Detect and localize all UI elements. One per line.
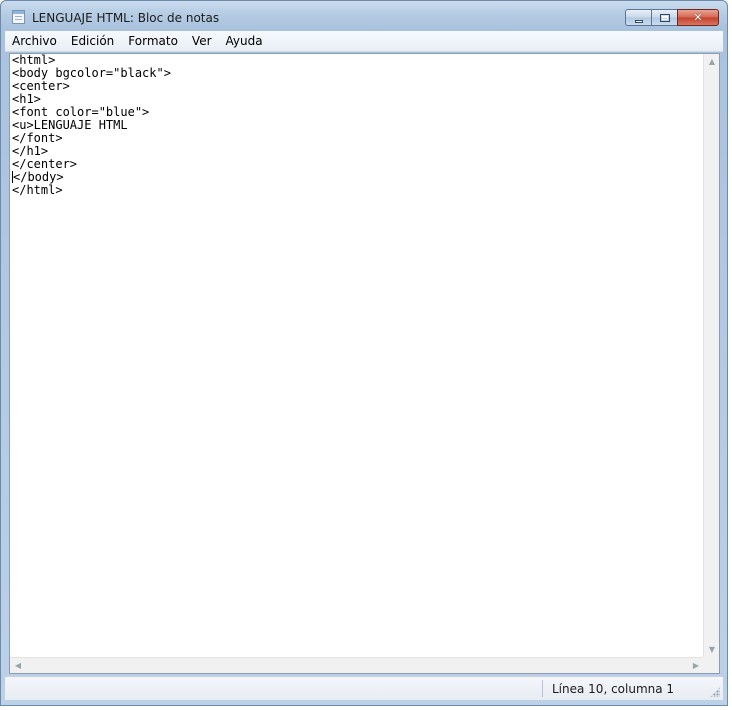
code-line: <body bgcolor="black"> — [12, 66, 171, 80]
code-line: <u>LENGUAJE HTML — [12, 118, 128, 132]
text-editor[interactable]: <html> <body bgcolor="black"> <center> <… — [9, 53, 720, 674]
window-title: LENGUAJE HTML: Bloc de notas — [32, 11, 220, 25]
code-line: </body> — [12, 171, 704, 184]
code-line: <center> — [12, 79, 70, 93]
maximize-button[interactable] — [651, 9, 677, 26]
vertical-scrollbar[interactable]: ▲ ▼ — [703, 54, 719, 658]
status-bar: Línea 10, columna 1 — [5, 676, 723, 700]
code-line: </html> — [12, 183, 63, 197]
scroll-left-arrow-icon[interactable]: ◀ — [10, 658, 26, 673]
resize-grip-icon[interactable] — [710, 687, 720, 697]
minimize-button[interactable] — [625, 9, 651, 26]
notepad-icon[interactable] — [12, 10, 25, 24]
window-controls: ✕ — [625, 9, 719, 27]
horizontal-scrollbar[interactable]: ◀ ▶ — [10, 657, 704, 673]
close-icon: ✕ — [693, 11, 703, 24]
menu-formato[interactable]: Formato — [121, 31, 185, 51]
menu-ver[interactable]: Ver — [185, 31, 219, 51]
minimize-icon — [635, 20, 643, 23]
menu-edicion[interactable]: Edición — [64, 31, 121, 51]
scrollbar-corner — [703, 657, 719, 673]
notepad-window: LENGUAJE HTML: Bloc de notas ✕ Archivo E… — [0, 0, 728, 706]
text-area[interactable]: <html> <body bgcolor="black"> <center> <… — [10, 54, 704, 658]
cursor-position: Línea 10, columna 1 — [552, 682, 675, 696]
scroll-up-arrow-icon[interactable]: ▲ — [704, 54, 719, 70]
menu-ayuda[interactable]: Ayuda — [219, 31, 270, 51]
status-divider — [542, 680, 543, 697]
scroll-down-arrow-icon[interactable]: ▼ — [704, 642, 719, 658]
scroll-right-arrow-icon[interactable]: ▶ — [688, 658, 704, 673]
close-button[interactable]: ✕ — [677, 9, 719, 26]
maximize-icon — [660, 14, 670, 22]
title-bar[interactable]: LENGUAJE HTML: Bloc de notas ✕ — [1, 1, 727, 31]
code-line: </h1> — [12, 144, 49, 158]
menu-archivo[interactable]: Archivo — [5, 31, 64, 51]
code-line-text: </body> — [13, 170, 64, 184]
menu-bar: Archivo Edición Formato Ver Ayuda — [5, 31, 723, 52]
code-line: </font> — [12, 131, 63, 145]
code-line: </center> — [12, 157, 78, 171]
